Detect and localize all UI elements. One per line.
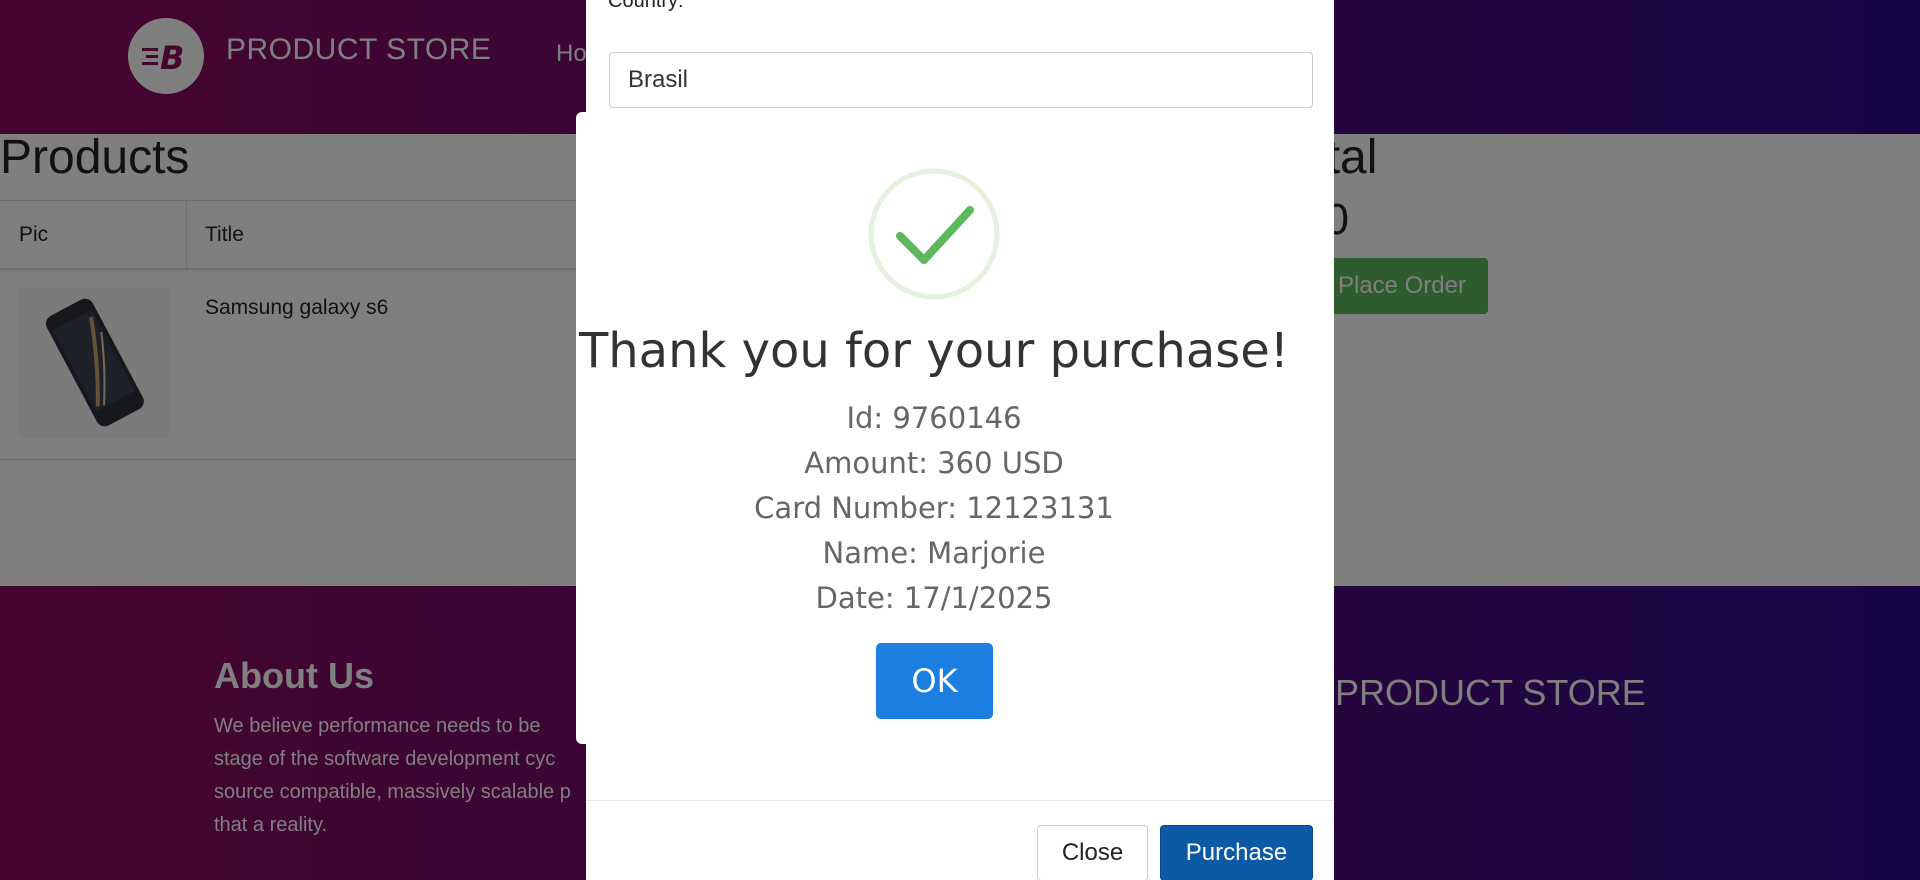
country-input[interactable]	[609, 52, 1313, 108]
modal-footer-divider	[586, 800, 1334, 801]
ok-button[interactable]: OK	[876, 643, 993, 719]
order-amount: Amount: 360 USD	[804, 446, 1064, 480]
card-number: Card Number: 12123131	[754, 491, 1114, 525]
country-label: Country:	[608, 0, 684, 12]
dialog-details: Id: 9760146 Amount: 360 USD Card Number:…	[576, 396, 1292, 621]
customer-name: Name: Marjorie	[822, 536, 1046, 570]
success-check-icon	[868, 168, 1000, 300]
order-id: Id: 9760146	[846, 401, 1022, 435]
purchase-button[interactable]: Purchase	[1160, 825, 1313, 880]
dialog-title: Thank you for your purchase!	[578, 323, 1290, 379]
order-date: Date: 17/1/2025	[815, 581, 1053, 615]
close-button[interactable]: Close	[1037, 825, 1148, 880]
